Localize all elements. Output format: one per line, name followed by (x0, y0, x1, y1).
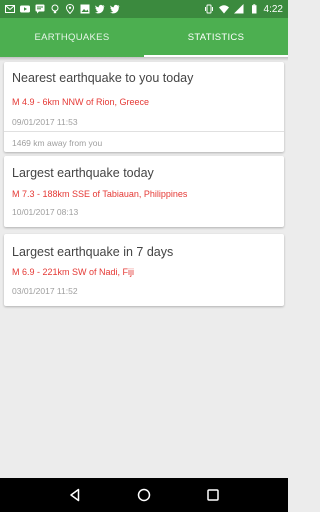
status-time: 4:22 (263, 3, 283, 15)
card-date: 10/01/2017 08:13 (12, 207, 79, 217)
battery-icon (249, 4, 259, 14)
recents-icon[interactable] (206, 488, 220, 502)
nearest-earthquake-card[interactable]: Nearest earthquake to you today M 4.9 - … (4, 62, 284, 152)
card-quake: M 6.9 - 221km SW of Nadi, Fiji (12, 267, 135, 277)
largest-7-days-card[interactable]: Largest earthquake in 7 days M 6.9 - 221… (4, 234, 284, 306)
card-divider (4, 131, 284, 132)
wifi-icon (218, 4, 229, 14)
mail-icon (5, 4, 15, 14)
back-icon[interactable] (68, 488, 82, 502)
tab-bar-shadow (0, 57, 288, 61)
twitter-icon (95, 4, 105, 14)
notification-icons (5, 4, 120, 14)
location-icon (65, 4, 75, 14)
largest-today-card[interactable]: Largest earthquake today M 7.3 - 188km S… (4, 156, 284, 227)
card-title: Largest earthquake in 7 days (12, 245, 174, 259)
bulb-icon (50, 4, 60, 14)
card-distance: 1469 km away from you (12, 138, 103, 148)
tab-earthquakes[interactable]: EARTHQUAKES (0, 18, 144, 57)
card-quake: M 4.9 - 6km NNW of Rion, Greece (12, 97, 150, 107)
tab-statistics[interactable]: STATISTICS (144, 18, 288, 57)
card-quake: M 7.3 - 188km SSE of Tabiauan, Philippin… (12, 189, 188, 199)
status-bar: 4:22 (0, 0, 288, 18)
youtube-icon (20, 4, 30, 14)
twitter-icon (110, 4, 120, 14)
card-date: 09/01/2017 11:53 (12, 117, 78, 127)
home-icon[interactable] (137, 488, 151, 502)
card-title: Nearest earthquake to you today (12, 71, 194, 85)
navigation-bar (0, 478, 288, 512)
card-date: 03/01/2017 11:52 (12, 286, 78, 296)
card-title: Largest earthquake today (12, 166, 154, 180)
vibrate-icon (204, 4, 214, 14)
system-icons: 4:22 (204, 4, 283, 15)
message-icon (35, 4, 45, 14)
image-icon (80, 4, 90, 14)
tab-bar: EARTHQUAKES STATISTICS (0, 18, 288, 57)
signal-icon (233, 4, 244, 14)
